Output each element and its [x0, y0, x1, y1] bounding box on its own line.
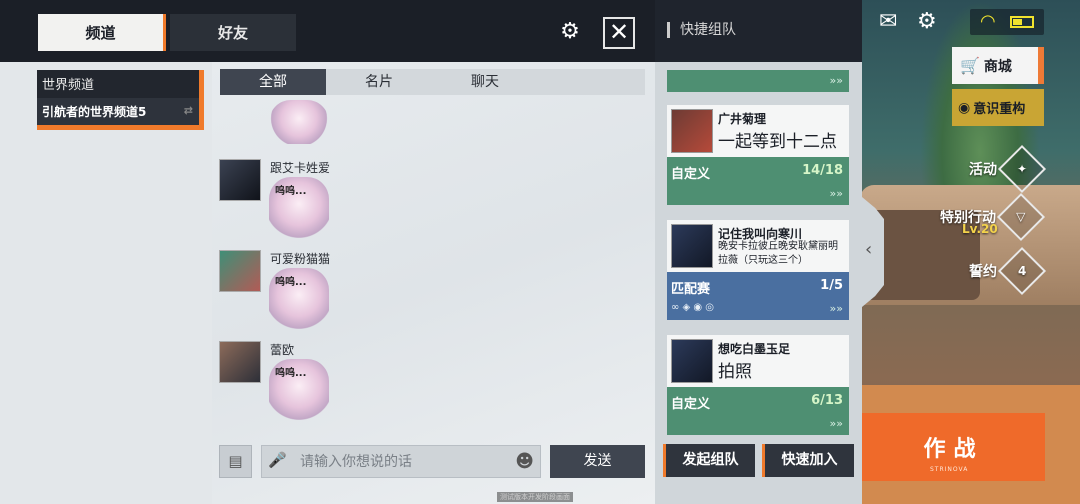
cart-icon: 🛒 — [960, 56, 980, 75]
reconstruct-label: 意识重构 — [973, 102, 1026, 117]
tab-all[interactable]: 全部 — [220, 69, 326, 95]
avatar[interactable] — [219, 159, 261, 201]
battery-icon — [1010, 16, 1034, 28]
activity-label: 活动 — [969, 162, 997, 178]
team-name: 广井菊理 — [718, 112, 767, 126]
team-footer: 匹配赛 1/5 ∞ ◈ ◉ ◎ »» — [667, 272, 849, 320]
sender-name[interactable]: 跟艾卡姓爱 — [270, 159, 330, 176]
chevron-right-icon: »» — [829, 187, 843, 200]
chat-message: 可爱粉猫猫 呜呜... — [219, 250, 519, 340]
team-card[interactable]: 广井菊理 一起等到十二点 自定义 14/18 »» — [667, 105, 849, 205]
tab-friends[interactable]: 好友 — [170, 14, 296, 51]
chat-message-partial — [219, 100, 519, 148]
activity-icon: ✦ — [997, 144, 1047, 194]
brain-icon: ◉ — [958, 99, 971, 116]
team-type: 自定义 — [671, 397, 711, 412]
chevron-left-icon: ‹ — [865, 239, 873, 260]
mail-icon[interactable]: ✉ — [879, 11, 905, 33]
chevron-right-icon: »» — [829, 417, 843, 430]
team-name: 想吃白墨玉足 — [718, 342, 791, 356]
shop-button[interactable]: 🛒 商城 — [952, 47, 1044, 84]
oath-button[interactable]: 誓约 4 — [969, 246, 1047, 296]
wifi-icon: ◠ — [980, 11, 996, 32]
quick-join-button[interactable]: 快速加入 — [762, 444, 854, 477]
channel-world-title[interactable]: 世界频道 — [42, 74, 94, 93]
quick-team-header: 快捷组队 — [655, 0, 862, 62]
avatar[interactable] — [219, 341, 261, 383]
chevron-right-icon: »» — [829, 74, 843, 87]
avatar[interactable] — [219, 250, 261, 292]
settings-gear-icon[interactable]: ⚙ — [917, 10, 941, 34]
close-icon[interactable]: ✕ — [603, 17, 635, 49]
team-count: 14/18 — [802, 163, 843, 178]
tab-chat[interactable]: 聊天 — [432, 69, 538, 95]
sticker-caption: 呜呜... — [275, 368, 307, 379]
tab-channel[interactable]: 频道 — [38, 14, 166, 51]
bottom-hint: 测试版本开发阶段画面 — [497, 492, 573, 502]
special-level: Lv.20 — [962, 222, 998, 236]
avatar — [671, 109, 713, 153]
channel-panel: 世界频道 引航者的世界频道5 ⇄ — [0, 62, 212, 504]
sticker-caption: 呜呜... — [275, 186, 307, 197]
tab-card[interactable]: 名片 — [326, 69, 432, 95]
oath-label: 誓约 — [969, 264, 997, 280]
team-card[interactable]: 想吃白墨玉足 拍照 自定义 6/13 »» — [667, 335, 849, 435]
mic-icon[interactable]: 🎤 — [268, 451, 287, 469]
team-footer: 自定义 6/13 »» — [667, 387, 849, 435]
special-icon: ▽ — [996, 192, 1046, 242]
team-card-partial[interactable]: »» — [667, 70, 849, 92]
channel-list: 世界频道 引航者的世界频道5 ⇄ — [37, 70, 204, 130]
chat-main: 全部 名片 聊天 跟艾卡姓爱 呜呜... 可爱粉猫猫 呜呜... 蕾欧 呜呜..… — [212, 62, 655, 504]
activity-button[interactable]: 活动 ✦ — [969, 144, 1047, 194]
sender-name[interactable]: 可爱粉猫猫 — [270, 250, 330, 267]
chat-input-box: 🎤 ☻ — [261, 445, 541, 478]
chat-message: 跟艾卡姓爱 呜呜... — [219, 159, 519, 249]
heart-icon: 4 — [997, 246, 1047, 296]
chat-input-row: ▤ 🎤 ☻ 发送 — [212, 442, 655, 482]
team-count: 6/13 — [811, 393, 843, 408]
reconstruct-button[interactable]: ◉ 意识重构 — [952, 89, 1044, 126]
emoji-icon[interactable]: ☻ — [515, 451, 534, 472]
team-panel: »» 广井菊理 一起等到十二点 自定义 14/18 »» 记住我叫向寒川 晚安卡… — [655, 62, 862, 504]
team-desc: 晚安卡拉彼丘晚安耿黛丽明拉薇（只玩这三个） — [718, 241, 838, 266]
sticker-caption: 呜呜... — [275, 277, 307, 288]
status-bar: ◠ — [970, 9, 1044, 35]
team-desc: 拍照 — [718, 362, 752, 382]
channel-item-selected[interactable]: 引航者的世界频道5 ⇄ — [37, 98, 199, 125]
chevron-right-icon: »» — [829, 302, 843, 315]
sticker-image — [269, 100, 329, 144]
chat-tabs: 全部 名片 聊天 — [220, 69, 645, 95]
chat-message: 蕾欧 呜呜... — [219, 341, 519, 431]
team-card[interactable]: 记住我叫向寒川 晚安卡拉彼丘晚安耿黛丽明拉薇（只玩这三个） 匹配赛 1/5 ∞ … — [667, 220, 849, 320]
team-footer: 自定义 14/18 »» — [667, 157, 849, 205]
shop-label: 商城 — [983, 58, 1012, 75]
card-button[interactable]: ▤ — [219, 445, 252, 478]
send-button[interactable]: 发送 — [550, 445, 645, 478]
quick-team-title: 快捷组队 — [667, 22, 736, 38]
avatar — [671, 224, 713, 268]
team-mode-icons: ∞ ◈ ◉ ◎ — [671, 302, 715, 313]
team-type: 自定义 — [671, 167, 711, 182]
battle-sublabel: STRINOVA — [930, 466, 969, 473]
team-desc: 一起等到十二点 — [718, 132, 837, 152]
swap-icon[interactable]: ⇄ — [184, 104, 193, 117]
chat-input[interactable] — [300, 450, 500, 474]
avatar — [671, 339, 713, 383]
top-bar: 频道 好友 ⚙ ✕ 快捷组队 — [0, 0, 862, 62]
start-team-button[interactable]: 发起组队 — [663, 444, 755, 477]
sender-name[interactable]: 蕾欧 — [270, 341, 294, 358]
gear-icon[interactable]: ⚙ — [557, 19, 583, 45]
channel-item-label: 引航者的世界频道5 — [42, 105, 147, 119]
team-count: 1/5 — [820, 278, 843, 293]
team-type: 匹配赛 — [671, 282, 711, 297]
